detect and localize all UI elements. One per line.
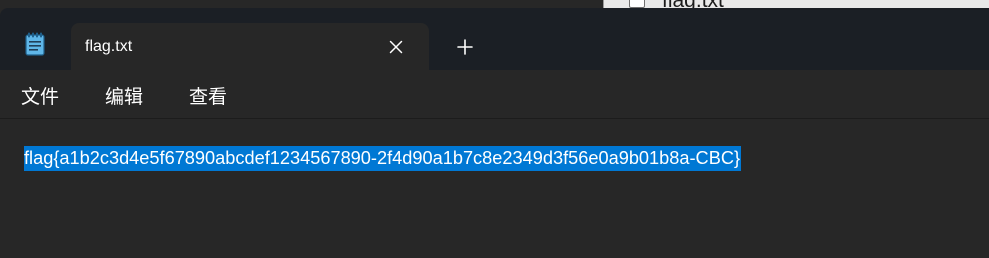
title-bar[interactable]: flag.txt: [0, 8, 989, 78]
selected-text[interactable]: flag{a1b2c3d4e5f67890abcdef1234567890-2f…: [24, 146, 742, 171]
plus-icon[interactable]: [452, 34, 478, 60]
notepad-icon: [629, 0, 645, 8]
tab-title: flag.txt: [85, 38, 133, 55]
menu-file[interactable]: 文件: [21, 82, 59, 109]
notepad-icon: [24, 32, 46, 56]
menu-bar: 文件 编辑 查看: [0, 70, 989, 118]
notepad-window: flag.txt flag.txt 文件 编辑 查看 flag{a1b2c3d4…: [0, 0, 989, 258]
close-icon[interactable]: [383, 34, 409, 60]
text-editor[interactable]: flag{a1b2c3d4e5f67890abcdef1234567890-2f…: [0, 119, 989, 258]
menu-edit[interactable]: 编辑: [105, 82, 143, 109]
menu-view[interactable]: 查看: [189, 82, 227, 109]
